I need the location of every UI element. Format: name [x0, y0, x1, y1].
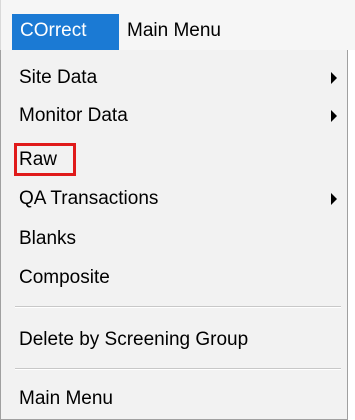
menu-item-main-menu[interactable]: Main Menu: [19, 384, 113, 414]
menu-item-qa-transactions[interactable]: QA Transactions: [19, 184, 158, 214]
menu-item-composite[interactable]: Composite: [19, 263, 110, 293]
menu-main-menu[interactable]: Main Menu: [119, 14, 229, 50]
submenu-arrow-icon: [331, 193, 337, 205]
menu-separator: [15, 306, 341, 308]
menu-item-blanks[interactable]: Blanks: [19, 224, 76, 254]
menu-item-site-data[interactable]: Site Data: [19, 63, 97, 93]
correct-dropdown-menu: Site Data Monitor Data Raw QA Transactio…: [0, 50, 348, 420]
menu-item-monitor-data[interactable]: Monitor Data: [19, 101, 128, 131]
raw-highlight-box: [14, 143, 76, 176]
submenu-arrow-icon: [331, 110, 337, 122]
menu-item-delete-by-screening-group[interactable]: Delete by Screening Group: [19, 325, 248, 355]
menu-correct[interactable]: COrrect: [12, 14, 119, 50]
submenu-arrow-icon: [331, 72, 337, 84]
menu-bar: COrrect Main Menu: [0, 0, 355, 50]
menu-separator: [15, 368, 341, 370]
